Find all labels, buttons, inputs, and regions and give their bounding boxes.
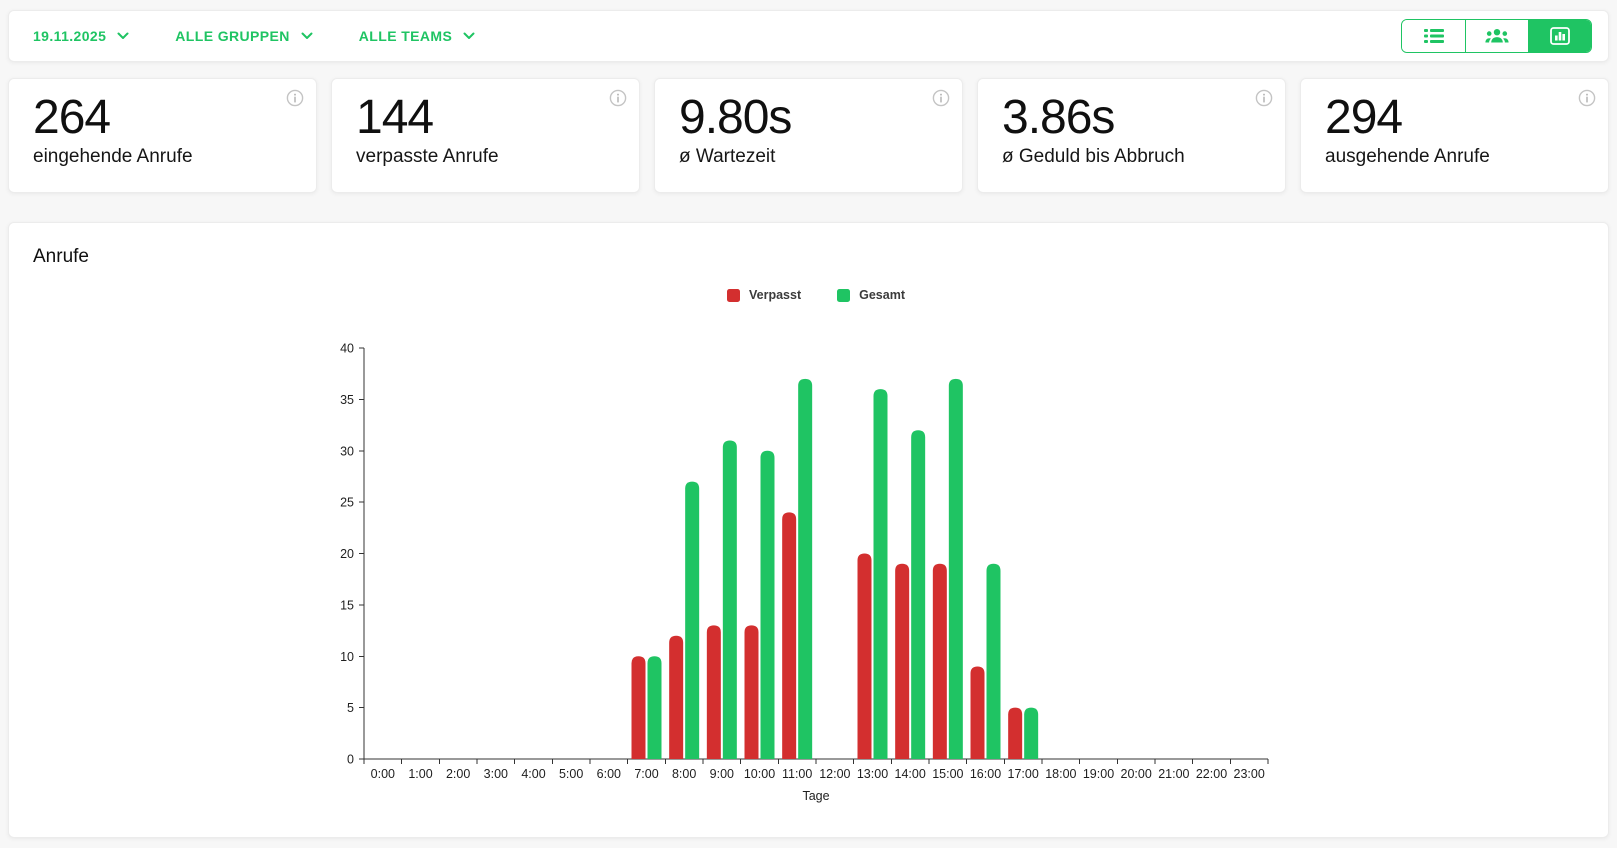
svg-text:0: 0: [347, 753, 354, 767]
bar-gesamt-11:00: [798, 378, 813, 759]
svg-text:1:00: 1:00: [408, 767, 432, 781]
svg-text:16:00: 16:00: [970, 767, 1001, 781]
svg-text:4:00: 4:00: [521, 767, 545, 781]
svg-text:10: 10: [340, 650, 354, 664]
bar-gesamt-7:00: [647, 656, 662, 759]
svg-text:30: 30: [340, 444, 354, 458]
svg-text:9:00: 9:00: [710, 767, 734, 781]
kpi-row: 264 eingehende Anrufe 144 verpasste Anru…: [8, 78, 1609, 193]
svg-text:13:00: 13:00: [857, 767, 888, 781]
date-filter-value: 19.11.2025: [33, 28, 107, 44]
bar-verpasst-17:00: [1008, 707, 1023, 759]
svg-text:18:00: 18:00: [1045, 767, 1076, 781]
svg-text:35: 35: [340, 393, 354, 407]
stat-card-outgoing-calls: 294 ausgehende Anrufe: [1300, 78, 1609, 193]
info-icon[interactable]: [1578, 89, 1596, 112]
svg-text:17:00: 17:00: [1008, 767, 1039, 781]
bar-gesamt-8:00: [685, 481, 700, 759]
groups-filter-value: ALLE GRUPPEN: [175, 28, 290, 44]
stat-value: 9.80s: [679, 91, 792, 144]
svg-text:3:00: 3:00: [484, 767, 508, 781]
svg-text:19:00: 19:00: [1083, 767, 1114, 781]
svg-text:10:00: 10:00: [744, 767, 775, 781]
bar-gesamt-9:00: [722, 440, 737, 759]
stat-label: eingehende Anrufe: [33, 145, 193, 167]
bar-verpasst-7:00: [631, 656, 646, 759]
stat-card-avg-patience: 3.86s ø Geduld bis Abbruch: [977, 78, 1286, 193]
stat-label: verpasste Anrufe: [356, 145, 499, 167]
svg-text:8:00: 8:00: [672, 767, 696, 781]
bar-verpasst-10:00: [744, 625, 759, 759]
people-icon: [1485, 29, 1509, 43]
stat-card-missed-calls: 144 verpasste Anrufe: [331, 78, 640, 193]
svg-text:25: 25: [340, 496, 354, 510]
date-filter-dropdown[interactable]: 19.11.2025: [33, 28, 129, 44]
stat-value: 264: [33, 91, 111, 144]
filter-bar: 19.11.2025 ALLE GRUPPEN ALLE TEAMS: [8, 10, 1609, 62]
teams-filter-value: ALLE TEAMS: [358, 28, 453, 44]
bar-gesamt-14:00: [911, 430, 926, 759]
svg-text:21:00: 21:00: [1158, 767, 1189, 781]
svg-text:2:00: 2:00: [446, 767, 470, 781]
svg-text:40: 40: [340, 342, 354, 356]
bar-chart-icon: [1550, 27, 1570, 45]
bar-gesamt-10:00: [760, 450, 775, 759]
chart-view-button[interactable]: [1528, 20, 1591, 52]
svg-text:22:00: 22:00: [1196, 767, 1227, 781]
chevron-down-icon: [117, 32, 129, 39]
bar-verpasst-16:00: [970, 666, 985, 759]
list-icon: [1423, 29, 1444, 43]
info-icon[interactable]: [932, 89, 950, 112]
bar-verpasst-9:00: [706, 625, 721, 759]
svg-text:12:00: 12:00: [819, 767, 850, 781]
calls-bar-chart: 0 5 10 15 20 25 30 35 40 0:00 1:00 2:00 3:00 4:00 5:00…: [340, 342, 1269, 803]
stat-card-avg-wait-time: 9.80s ø Wartezeit: [654, 78, 963, 193]
groups-filter-dropdown[interactable]: ALLE GRUPPEN: [175, 28, 313, 44]
chevron-down-icon: [301, 32, 313, 39]
svg-text:14:00: 14:00: [895, 767, 926, 781]
svg-text:7:00: 7:00: [634, 767, 658, 781]
bar-verpasst-15:00: [932, 563, 947, 759]
svg-text:6:00: 6:00: [597, 767, 621, 781]
svg-text:20: 20: [340, 547, 354, 561]
svg-text:15:00: 15:00: [932, 767, 963, 781]
info-icon[interactable]: [1255, 89, 1273, 112]
bar-verpasst-11:00: [782, 512, 797, 759]
svg-text:Tage: Tage: [802, 789, 829, 803]
teams-filter-dropdown[interactable]: ALLE TEAMS: [359, 28, 475, 44]
bar-gesamt-17:00: [1024, 707, 1039, 759]
svg-text:23:00: 23:00: [1234, 767, 1265, 781]
svg-text:0:00: 0:00: [371, 767, 395, 781]
view-switcher: [1401, 19, 1592, 53]
svg-text:15: 15: [340, 598, 354, 612]
bar-verpasst-13:00: [857, 553, 872, 759]
chevron-down-icon: [463, 32, 475, 39]
svg-text:20:00: 20:00: [1121, 767, 1152, 781]
stat-value: 294: [1325, 91, 1403, 144]
info-icon[interactable]: [286, 89, 304, 112]
stat-label: ausgehende Anrufe: [1325, 145, 1490, 167]
bar-verpasst-8:00: [669, 635, 684, 759]
bar-verpasst-14:00: [895, 563, 910, 759]
bar-gesamt-16:00: [986, 563, 1001, 759]
stat-value: 144: [356, 91, 434, 144]
teams-view-button[interactable]: [1465, 20, 1528, 52]
calls-chart-card: Anrufe Verpasst Gesamt 0 5 10 15 20 25 30 35 40 0…: [8, 222, 1609, 838]
list-view-button[interactable]: [1402, 20, 1465, 52]
info-icon[interactable]: [609, 89, 627, 112]
stat-label: ø Wartezeit: [679, 145, 776, 167]
bar-gesamt-13:00: [873, 389, 888, 759]
stat-label: ø Geduld bis Abbruch: [1002, 145, 1185, 167]
bar-gesamt-15:00: [948, 378, 963, 759]
stat-card-incoming-calls: 264 eingehende Anrufe: [8, 78, 317, 193]
stat-value: 3.86s: [1002, 91, 1115, 144]
svg-text:11:00: 11:00: [782, 767, 812, 781]
svg-text:5:00: 5:00: [559, 767, 583, 781]
svg-text:5: 5: [347, 701, 354, 715]
